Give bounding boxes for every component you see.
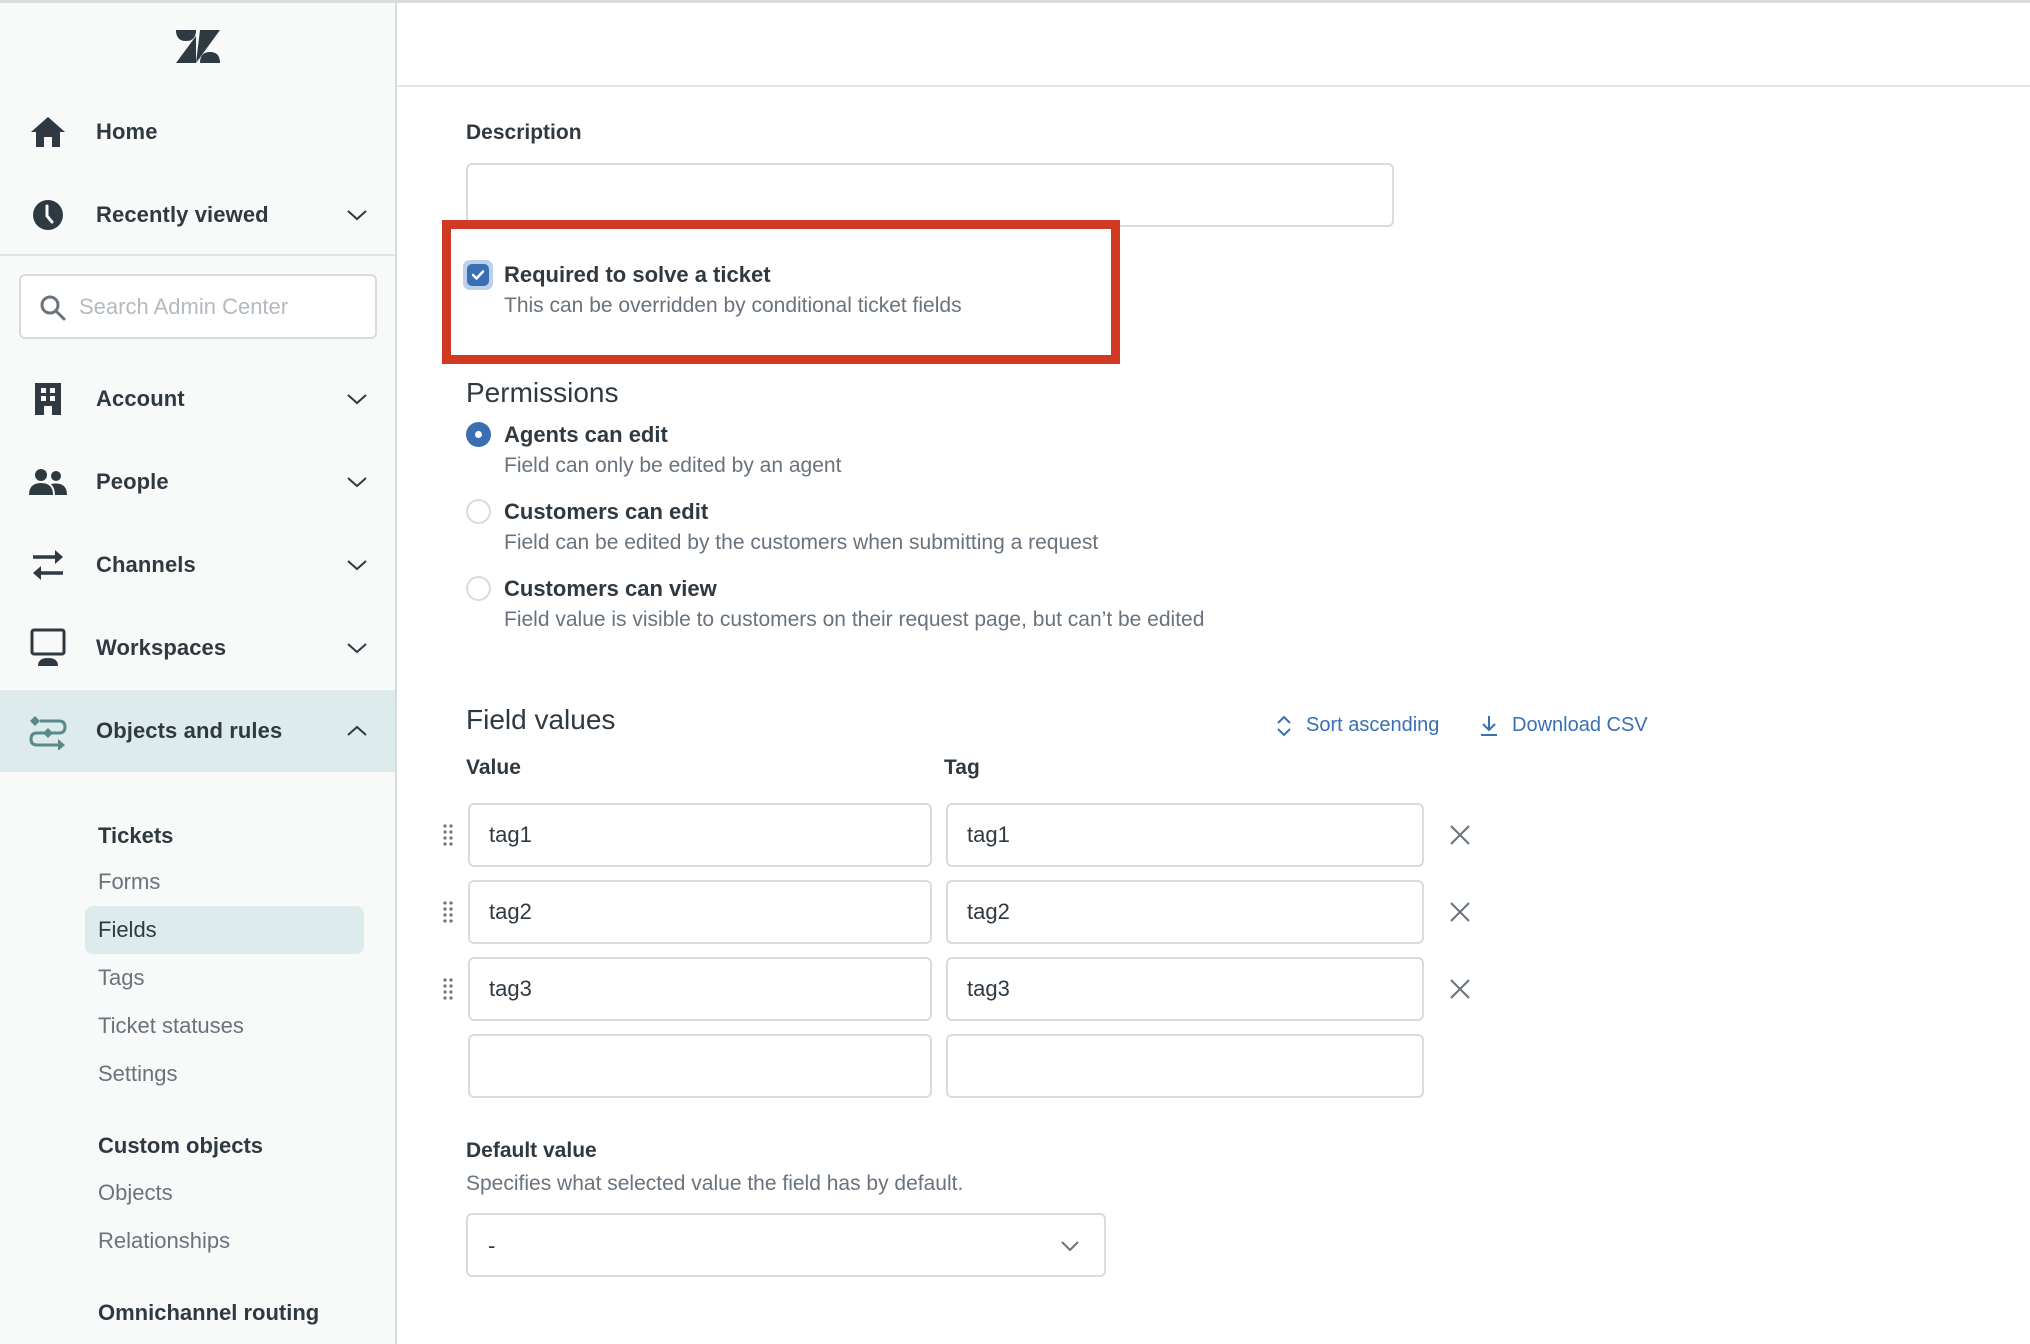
drag-handle-icon[interactable] bbox=[441, 823, 455, 847]
default-value-selected: - bbox=[488, 1233, 496, 1258]
radio-customers-can-view[interactable] bbox=[466, 576, 491, 601]
tag-input[interactable] bbox=[946, 803, 1424, 867]
subnav-heading-omnichannel-routing[interactable]: Omnichannel routing bbox=[98, 1300, 319, 1326]
permissions-title: Permissions bbox=[466, 377, 619, 408]
radio-label-agents-can-edit[interactable]: Agents can edit bbox=[504, 422, 668, 448]
download-csv-label: Download CSV bbox=[1512, 714, 1648, 736]
download-icon bbox=[1481, 715, 1497, 736]
remove-row-icon[interactable] bbox=[1448, 823, 1472, 847]
admin-sidebar: Home Recently viewed Account People Chan… bbox=[0, 3, 397, 1344]
remove-row-icon[interactable] bbox=[1448, 900, 1472, 924]
subnav-heading-tickets: Tickets bbox=[98, 823, 174, 848]
new-value-input[interactable] bbox=[468, 1034, 932, 1098]
value-input[interactable] bbox=[468, 957, 932, 1021]
chevron-down-icon bbox=[347, 477, 367, 488]
nav-label: Recently viewed bbox=[96, 202, 269, 227]
chevron-up-icon bbox=[347, 725, 367, 736]
subnav-item-fields[interactable]: Fields bbox=[85, 906, 364, 954]
nav-item-home[interactable]: Home bbox=[0, 91, 395, 173]
nav-label: People bbox=[96, 469, 169, 494]
required-hint: This can be overridden by conditional ti… bbox=[504, 294, 962, 317]
chevron-down-icon bbox=[1061, 1241, 1079, 1252]
remove-row-icon[interactable] bbox=[1448, 977, 1472, 1001]
search-icon bbox=[40, 295, 66, 321]
subnav-item-tags[interactable]: Tags bbox=[85, 954, 364, 1002]
chevron-down-icon bbox=[347, 560, 367, 571]
nav-label: Objects and rules bbox=[96, 718, 283, 743]
required-checkbox[interactable] bbox=[463, 260, 493, 290]
chevron-down-icon bbox=[347, 394, 367, 405]
nav-item-recently-viewed[interactable]: Recently viewed bbox=[0, 174, 395, 256]
clock-icon bbox=[28, 195, 68, 235]
nav-label: Account bbox=[96, 386, 185, 411]
subnav-item-objects[interactable]: Objects bbox=[85, 1169, 364, 1217]
home-icon bbox=[28, 112, 68, 152]
sort-ascending-label: Sort ascending bbox=[1306, 714, 1440, 736]
radio-label-customers-can-edit[interactable]: Customers can edit bbox=[504, 499, 708, 525]
description-input[interactable] bbox=[466, 163, 1394, 227]
nav-item-people[interactable]: People bbox=[0, 441, 395, 523]
sort-icon bbox=[1277, 715, 1291, 736]
default-value-label: Default value bbox=[466, 1139, 597, 1162]
column-header-value: Value bbox=[466, 756, 521, 779]
tag-input[interactable] bbox=[946, 957, 1424, 1021]
radio-label-customers-can-view[interactable]: Customers can view bbox=[504, 576, 717, 602]
nav-label: Channels bbox=[96, 552, 196, 577]
subnav-item-ticket-statuses[interactable]: Ticket statuses bbox=[85, 1002, 364, 1050]
search-input[interactable] bbox=[79, 276, 369, 337]
radio-agents-can-edit[interactable] bbox=[466, 422, 491, 447]
annotation-highlight-box bbox=[442, 220, 1120, 364]
new-tag-input[interactable] bbox=[946, 1034, 1424, 1098]
nav-label: Home bbox=[96, 119, 158, 144]
building-icon bbox=[28, 379, 68, 419]
value-input[interactable] bbox=[468, 803, 932, 867]
nav-label: Workspaces bbox=[96, 635, 227, 660]
zendesk-logo-icon[interactable] bbox=[176, 30, 220, 63]
chevron-down-icon bbox=[347, 210, 367, 221]
subnav-item-forms[interactable]: Forms bbox=[85, 858, 364, 906]
nav-item-channels[interactable]: Channels bbox=[0, 524, 395, 606]
value-input[interactable] bbox=[468, 880, 932, 944]
chevron-down-icon bbox=[347, 643, 367, 654]
radio-hint-customers-can-view: Field value is visible to customers on t… bbox=[504, 608, 1205, 631]
default-value-select[interactable]: - bbox=[466, 1213, 1106, 1277]
nav-item-objects-and-rules[interactable]: Objects and rules bbox=[0, 690, 395, 772]
radio-customers-can-edit[interactable] bbox=[466, 499, 491, 524]
people-icon bbox=[28, 462, 68, 502]
radio-hint-customers-can-edit: Field can be edited by the customers whe… bbox=[504, 531, 1099, 554]
drag-handle-icon[interactable] bbox=[441, 900, 455, 924]
monitor-icon bbox=[28, 628, 68, 668]
description-label: Description bbox=[466, 121, 582, 144]
arrows-swap-icon bbox=[28, 545, 68, 585]
subnav-item-relationships[interactable]: Relationships bbox=[85, 1217, 364, 1265]
nav-item-account[interactable]: Account bbox=[0, 358, 395, 440]
subnav-heading-custom-objects: Custom objects bbox=[98, 1133, 264, 1158]
drag-handle-icon[interactable] bbox=[441, 977, 455, 1001]
required-label[interactable]: Required to solve a ticket bbox=[504, 262, 771, 288]
download-csv-button[interactable]: Download CSV bbox=[1480, 714, 1648, 737]
tag-input[interactable] bbox=[946, 880, 1424, 944]
radio-hint-agents-can-edit: Field can only be edited by an agent bbox=[504, 454, 842, 477]
objects-rules-icon bbox=[28, 711, 68, 751]
field-values-title: Field values bbox=[466, 704, 616, 735]
sort-ascending-button[interactable]: Sort ascending bbox=[1276, 714, 1439, 737]
sidebar-divider bbox=[0, 254, 395, 256]
nav-item-workspaces[interactable]: Workspaces bbox=[0, 607, 395, 689]
admin-search[interactable] bbox=[19, 274, 377, 339]
column-header-tag: Tag bbox=[944, 756, 980, 779]
checkmark-icon bbox=[471, 270, 485, 280]
subnav-item-settings[interactable]: Settings bbox=[85, 1050, 364, 1098]
default-value-hint: Specifies what selected value the field … bbox=[466, 1172, 964, 1195]
page-header bbox=[397, 3, 2030, 87]
